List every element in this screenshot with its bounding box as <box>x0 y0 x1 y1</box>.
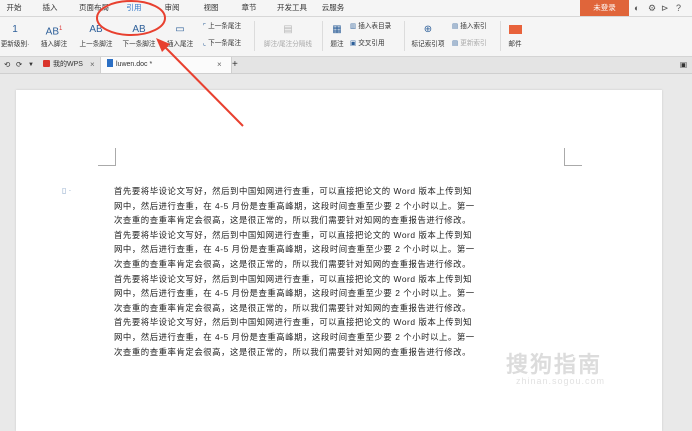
cross-reference-icon: ▣ <box>350 40 357 47</box>
menu-tab-view[interactable]: 视图 <box>197 0 225 16</box>
ribbon-divider <box>322 21 323 51</box>
menu-tab-insert[interactable]: 插入 <box>36 0 64 16</box>
watermark-logo: 搜狗指南 <box>506 352 603 377</box>
menu-tab-review[interactable]: 审阅 <box>158 0 186 16</box>
ribbon-toolbar: 1 更新级别· AB1 插入脚注 AB 上一条脚注 AB 下一条脚注 ▭ 插入尾… <box>0 17 692 57</box>
share-icon[interactable]: ⊳ <box>661 3 669 13</box>
doc-file-icon <box>107 59 113 67</box>
document-tab-bar: ⟲ ⟳ ▼ 我的WPS × luwen.doc * × + ▣ <box>0 57 692 74</box>
skin-icon[interactable]: ◐ <box>634 3 639 13</box>
close-icon[interactable]: × <box>217 57 222 73</box>
menu-tab-home[interactable]: 开始 <box>0 0 28 16</box>
paragraph-line[interactable]: 网中，然后进行查重，在 4-5 月份是查重高峰期，这段时间查重至少要 2 个小时… <box>114 242 566 257</box>
paragraph-line[interactable]: 首先要将毕设论文写好，然后到中国知网进行查重，可以直接把论文的 Word 版本上… <box>114 184 566 199</box>
paragraph-line[interactable]: 首先要将毕设论文写好，然后到中国知网进行查重，可以直接把论文的 Word 版本上… <box>114 272 566 287</box>
back-icon[interactable]: ⟲ <box>4 57 10 73</box>
tab-my-wps[interactable]: 我的WPS × <box>38 57 100 73</box>
insert-endnote-button[interactable]: ▭ 插入尾注 <box>162 19 198 49</box>
footnote-ab-icon: AB1 <box>45 26 63 38</box>
tab-document[interactable]: luwen.doc * × <box>100 57 232 73</box>
update-index-button[interactable]: ▤ 更新索引 <box>452 39 487 49</box>
endnote-icon: ▭ <box>175 24 185 35</box>
prev-endnote-button[interactable]: ⌜ 上一条尾注 <box>203 22 241 32</box>
paragraph-line[interactable]: 次查重的查重率肯定会很高，这是很正常的，所以我们需要针对知网的查重报告进行修改。 <box>114 345 566 360</box>
ribbon-divider <box>500 21 501 51</box>
caption-button[interactable]: ▦ 题注 <box>326 19 348 49</box>
mark-index-icon: ⊕ <box>423 24 433 35</box>
paragraph-line[interactable]: 次查重的查重率肯定会很高，这是很正常的，所以我们需要针对知网的查重报告进行修改。 <box>114 301 566 316</box>
prev-endnote-icon: ⌜ <box>203 23 207 30</box>
next-endnote-button[interactable]: ⌞ 下一条尾注 <box>203 39 241 49</box>
update-level-button[interactable]: 1 更新级别· <box>0 19 30 49</box>
menu-tab-cloud[interactable]: 云服务 <box>318 0 348 16</box>
toc-icon: ▥ <box>350 23 357 30</box>
tab-list-icon[interactable]: ▣ <box>680 57 687 73</box>
next-endnote-icon: ⌞ <box>203 40 207 47</box>
next-footnote-icon: AB <box>132 24 146 35</box>
wps-logo-icon <box>43 60 50 67</box>
caption-icon: ▦ <box>332 24 342 35</box>
help-icon[interactable]: ? <box>676 3 681 13</box>
menu-tab-references[interactable]: 引用 <box>120 0 148 16</box>
cross-reference-button[interactable]: ▣ 交叉引用 <box>350 39 385 49</box>
menu-tab-developer[interactable]: 开发工具 <box>272 0 312 16</box>
paragraph-marker-icon[interactable]: ▯ · <box>62 186 71 195</box>
insert-toc-button[interactable]: ▥ 插入表目录 <box>350 22 391 32</box>
paragraph-line[interactable]: 次查重的查重率肯定会很高，这是很正常的，所以我们需要针对知网的查重报告进行修改。 <box>114 257 566 272</box>
forward-icon[interactable]: ⟳ <box>16 57 22 73</box>
ribbon-divider <box>254 21 255 51</box>
menu-bar: 开始 插入 页面布局 引用 审阅 视图 章节 开发工具 云服务 未登录 ◐ ⚙ … <box>0 0 692 17</box>
mail-icon <box>508 25 522 34</box>
paragraph-line[interactable]: 网中，然后进行查重，在 4-5 月份是查重高峰期，这段时间查重至少要 2 个小时… <box>114 199 566 214</box>
paragraph-line[interactable]: 网中，然后进行查重，在 4-5 月份是查重高峰期，这段时间查重至少要 2 个小时… <box>114 286 566 301</box>
separator-line-icon: ▤ <box>283 24 293 35</box>
insert-footnote-button[interactable]: AB1 插入脚注 <box>36 19 72 49</box>
prev-footnote-button[interactable]: AB 上一条脚注 <box>76 19 116 49</box>
separator-line-button[interactable]: ▤ 脚注/尾注分隔线 <box>258 19 318 49</box>
prev-footnote-icon: AB <box>89 24 103 35</box>
watermark-url: zhinan.sogou.com <box>516 376 606 386</box>
margin-corner-left <box>98 148 116 166</box>
paragraph-line[interactable]: 首先要将毕设论文写好，然后到中国知网进行查重，可以直接把论文的 Word 版本上… <box>114 315 566 330</box>
close-icon[interactable]: × <box>90 57 95 73</box>
paragraph-line[interactable]: 网中，然后进行查重，在 4-5 月份是查重高峰期，这段时间查重至少要 2 个小时… <box>114 330 566 345</box>
settings-icon[interactable]: ⚙ <box>648 3 656 13</box>
margin-corner-right <box>564 148 582 166</box>
login-button[interactable]: 未登录 <box>580 0 629 16</box>
insert-index-icon: ▤ <box>452 23 459 30</box>
new-tab-icon[interactable]: + <box>232 57 238 73</box>
menu-tab-page-layout[interactable]: 页面布局 <box>74 0 114 16</box>
next-footnote-button[interactable]: AB 下一条脚注 <box>119 19 159 49</box>
paragraph-line[interactable]: 次查重的查重率肯定会很高，这是很正常的，所以我们需要针对知网的查重报告进行修改。 <box>114 213 566 228</box>
paragraph-line[interactable]: 首先要将毕设论文写好，然后到中国知网进行查重，可以直接把论文的 Word 版本上… <box>114 228 566 243</box>
level-icon: 1 <box>12 24 18 35</box>
dropdown-icon[interactable]: ▼ <box>28 57 34 73</box>
menu-tab-section[interactable]: 章节 <box>235 0 263 16</box>
mark-index-button[interactable]: ⊕ 标记索引项 <box>408 19 448 49</box>
ribbon-divider <box>404 21 405 51</box>
insert-index-button[interactable]: ▤ 插入索引 <box>452 22 487 32</box>
mail-button[interactable]: 邮件 <box>504 19 526 49</box>
update-index-icon: ▤ <box>452 40 459 47</box>
